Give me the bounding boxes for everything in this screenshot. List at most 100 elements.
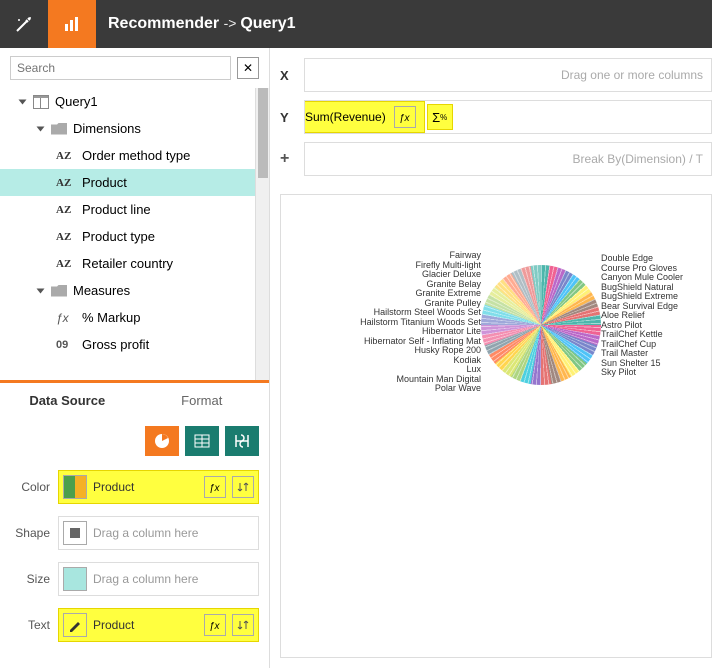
- chart-type-table-button[interactable]: [185, 426, 219, 456]
- shelf-size[interactable]: Drag a column here: [58, 562, 259, 596]
- pie-label: Polar Wave: [435, 383, 481, 393]
- axis-x-drop[interactable]: Drag one or more columns: [304, 58, 712, 92]
- chart-icon[interactable]: [48, 0, 96, 48]
- tree-item[interactable]: AZProduct: [0, 169, 269, 196]
- pie-label: BugShield Extreme: [601, 291, 678, 301]
- formula-button[interactable]: ƒx: [204, 614, 226, 636]
- text-type-icon: AZ: [56, 177, 76, 189]
- tab-format[interactable]: Format: [135, 383, 270, 418]
- pie-chart: [481, 265, 601, 385]
- pie-label: Granite Pulley: [424, 298, 481, 308]
- shelf-text[interactable]: Product ƒx: [58, 608, 259, 642]
- formula-button[interactable]: ƒx: [204, 476, 226, 498]
- app-header: Recommender -> Query1: [0, 0, 712, 48]
- axis-break-placeholder: Break By(Dimension) / T: [573, 152, 703, 166]
- tree-item[interactable]: 09Gross profit: [0, 331, 269, 358]
- shelf-color-value: Product: [93, 480, 198, 494]
- pen-icon: [63, 613, 87, 637]
- search-input[interactable]: [10, 56, 231, 80]
- tree-item[interactable]: AZOrder method type: [0, 142, 269, 169]
- tree-root[interactable]: Query1: [0, 88, 269, 115]
- group-label: Dimensions: [73, 121, 141, 136]
- pie-label: Trail Master: [601, 348, 648, 358]
- app-name: Recommender: [108, 15, 219, 32]
- panel-tabs: Data Source Format: [0, 380, 269, 418]
- pie-label: Glacier Deluxe: [422, 269, 481, 279]
- axis-x-placeholder: Drag one or more columns: [561, 68, 703, 82]
- pie-label: BugShield Natural: [601, 282, 674, 292]
- pie-label: Canyon Mule Cooler: [601, 272, 683, 282]
- table-icon: [33, 95, 49, 109]
- field-tree: Query1 Dimensions AZOrder method type AZ…: [0, 88, 269, 380]
- number-type-icon: 09: [56, 339, 76, 351]
- shelf-label-color: Color: [10, 480, 50, 494]
- tree-item[interactable]: AZRetailer country: [0, 250, 269, 277]
- shelf-label-shape: Shape: [10, 526, 50, 540]
- pie-label: TrailChef Kettle: [601, 329, 663, 339]
- wand-icon[interactable]: [0, 0, 48, 48]
- pie-label: Husky Rope 200: [414, 345, 481, 355]
- add-axis-button[interactable]: +: [280, 150, 294, 168]
- breadcrumb-arrow: ->: [224, 15, 241, 31]
- folder-icon: [51, 123, 67, 135]
- pie-label: Astro Pilot: [601, 320, 642, 330]
- pie-label: Firefly Multi-light: [415, 260, 481, 270]
- shelf-label-size: Size: [10, 572, 50, 586]
- pie-label: Hailstorm Titanium Woods Set: [360, 317, 481, 327]
- axis-y-drop[interactable]: Sum(Revenue) ƒx Σ%: [304, 100, 712, 134]
- page-title: Recommender -> Query1: [108, 15, 295, 33]
- pie-label: Granite Belay: [426, 279, 481, 289]
- axis-break-drop[interactable]: Break By(Dimension) / T: [304, 142, 712, 176]
- sort-button[interactable]: [232, 476, 254, 498]
- pie-label: Double Edge: [601, 253, 653, 263]
- pie-label: Hailstorm Steel Woods Set: [374, 307, 481, 317]
- tree-item[interactable]: AZProduct line: [0, 196, 269, 223]
- tree-item[interactable]: ƒx% Markup: [0, 304, 269, 331]
- pie-label: Mountain Man Digital: [396, 374, 481, 384]
- axis-y-label: Y: [280, 110, 294, 125]
- formula-type-icon: ƒx: [56, 311, 76, 325]
- tree-root-label: Query1: [55, 94, 98, 109]
- shelf-shape-placeholder: Drag a column here: [93, 526, 254, 540]
- svg-text:ƒx: ƒx: [209, 621, 221, 632]
- text-type-icon: AZ: [56, 204, 76, 216]
- shape-swatch-icon: [63, 521, 87, 545]
- text-type-icon: AZ: [56, 231, 76, 243]
- caret-icon: [37, 126, 45, 131]
- svg-text:ƒx: ƒx: [209, 483, 221, 494]
- tree-group-dimensions[interactable]: Dimensions: [0, 115, 269, 142]
- pie-label: Fairway: [449, 250, 481, 260]
- axis-y-pill[interactable]: Sum(Revenue) ƒx: [304, 101, 425, 133]
- pie-label: Aloe Relief: [601, 310, 645, 320]
- shelf-color[interactable]: Product ƒx: [58, 470, 259, 504]
- tree-scrollbar[interactable]: [255, 88, 269, 380]
- tab-data-source[interactable]: Data Source: [0, 383, 135, 418]
- pie-label: TrailChef Cup: [601, 339, 656, 349]
- query-name: Query1: [240, 15, 295, 32]
- pie-label: Hibernator Self - Inflating Mat: [364, 336, 481, 346]
- color-swatch-icon: [63, 475, 87, 499]
- group-label: Measures: [73, 283, 130, 298]
- right-panel: X Drag one or more columns Y Sum(Revenue…: [270, 48, 712, 668]
- tree-item[interactable]: AZProduct type: [0, 223, 269, 250]
- pie-label: Granite Extreme: [415, 288, 481, 298]
- left-panel: ✕ Query1 Dimensions AZOrder method type …: [0, 48, 270, 668]
- chart-type-pie-button[interactable]: [145, 426, 179, 456]
- pie-label: Lux: [466, 364, 481, 374]
- shelf-shape[interactable]: Drag a column here: [58, 516, 259, 550]
- shelf-label-text: Text: [10, 618, 50, 632]
- pie-label: Kodiak: [453, 355, 481, 365]
- sort-button[interactable]: [232, 614, 254, 636]
- pie-label: Hibernator Lite: [422, 326, 481, 336]
- svg-text:ƒx: ƒx: [399, 113, 411, 124]
- caret-icon: [37, 288, 45, 293]
- tree-group-measures[interactable]: Measures: [0, 277, 269, 304]
- shelf-size-placeholder: Drag a column here: [93, 572, 254, 586]
- aggregate-button[interactable]: Σ%: [427, 104, 453, 130]
- shelf-text-value: Product: [93, 618, 198, 632]
- pie-label: Sun Shelter 15: [601, 358, 661, 368]
- chart-canvas[interactable]: FairwayFirefly Multi-lightGlacier Deluxe…: [280, 194, 712, 658]
- formula-button[interactable]: ƒx: [394, 106, 416, 128]
- chart-type-compare-button[interactable]: [225, 426, 259, 456]
- clear-search-button[interactable]: ✕: [237, 57, 259, 79]
